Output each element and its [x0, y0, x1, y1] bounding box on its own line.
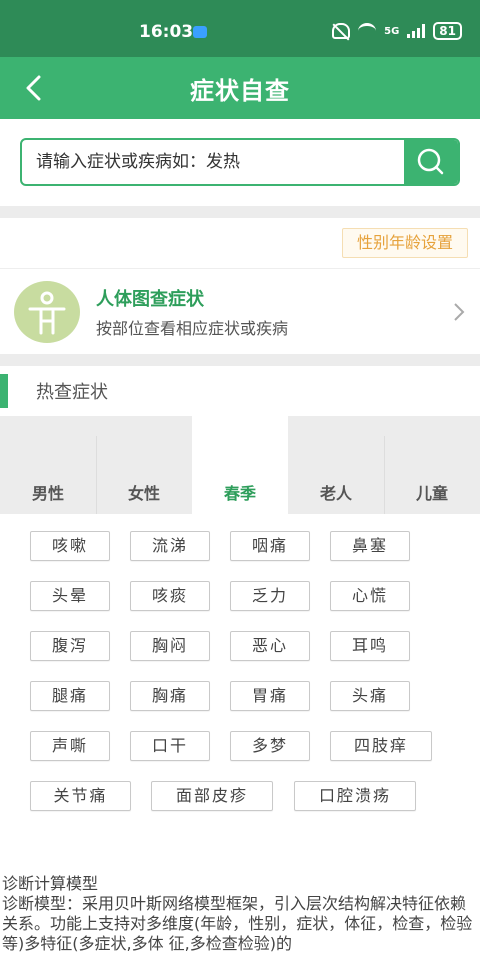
symptom-chip[interactable]: 口干 [130, 731, 210, 761]
status-time: 16:03 [139, 22, 194, 42]
tab-label: 儿童 [415, 484, 448, 503]
search-button[interactable] [404, 140, 458, 184]
symptom-chip[interactable]: 胸痛 [130, 681, 210, 711]
status-icons: 5G 81 [332, 22, 462, 40]
symptom-chip[interactable]: 四肢痒 [330, 731, 432, 761]
bell-off-icon [332, 23, 351, 39]
accent-bar [0, 374, 8, 408]
tab-children[interactable]: 儿童 [384, 416, 480, 514]
category-tabs: 男性 女性 春季 老人 儿童 [0, 416, 480, 514]
body-map-subtitle: 按部位查看相应症状或疾病 [96, 319, 289, 338]
symptom-chip[interactable]: 咳痰 [130, 581, 210, 611]
search-icon [417, 148, 444, 175]
search-box [20, 138, 460, 186]
tab-label: 老人 [319, 484, 352, 503]
symptom-chip[interactable]: 声嘶 [30, 731, 110, 761]
model-title: 诊断计算模型 [2, 874, 99, 893]
tab-elderly[interactable]: 老人 [288, 416, 384, 514]
symptom-chip[interactable]: 胃痛 [230, 681, 310, 711]
gender-age-settings-button[interactable]: 性别年龄设置 [342, 228, 468, 258]
tab-male[interactable]: 男性 [0, 416, 96, 514]
tab-label: 春季 [223, 484, 256, 503]
symptom-chip[interactable]: 口腔溃疡 [294, 781, 416, 811]
symptom-chip[interactable]: 头痛 [330, 681, 410, 711]
symptom-chip[interactable]: 咽痛 [230, 531, 310, 561]
message-icon [193, 26, 207, 38]
symptom-chip[interactable]: 头晕 [30, 581, 110, 611]
symptom-chip[interactable]: 胸闷 [130, 631, 210, 661]
tab-spring[interactable]: 春季 [192, 416, 288, 514]
page-title: 症状自查 [190, 77, 290, 105]
search-area [0, 119, 480, 206]
symptom-chip[interactable]: 腹泻 [30, 631, 110, 661]
hot-symptoms-header: 热查症状 [0, 366, 480, 416]
tab-label: 男性 [31, 484, 64, 503]
symptom-chip[interactable]: 恶心 [230, 631, 310, 661]
title-bar: 症状自查 [0, 57, 480, 119]
signal-bars-icon [407, 24, 426, 38]
symptom-chip[interactable]: 咳嗽 [30, 531, 110, 561]
symptom-chip[interactable]: 流涕 [130, 531, 210, 561]
chevron-right-icon [454, 303, 465, 321]
body-figure-icon [14, 281, 80, 343]
hot-symptoms-title: 热查症状 [36, 382, 108, 403]
wifi-icon [358, 23, 377, 39]
symptom-chip[interactable]: 面部皮疹 [151, 781, 273, 811]
symptom-chip[interactable]: 腿痛 [30, 681, 110, 711]
diagnosis-model-section: 诊断计算模型 诊断模型：采用贝叶斯网络模型框架，引入层次结构解决特征依赖关系。功… [0, 874, 480, 953]
body-map-entry[interactable]: 人体图查症状 按部位查看相应症状或疾病 [0, 268, 480, 354]
symptom-chip[interactable]: 鼻塞 [330, 531, 410, 561]
gender-age-row: 性别年龄设置 [0, 218, 480, 268]
symptom-chip[interactable]: 多梦 [230, 731, 310, 761]
symptom-chip[interactable]: 乏力 [230, 581, 310, 611]
tab-label: 女性 [127, 484, 160, 503]
search-input[interactable] [36, 140, 406, 184]
section-divider [0, 206, 480, 218]
model-description: 诊断模型：采用贝叶斯网络模型框架，引入层次结构解决特征依赖关系。功能上支持对多维… [2, 894, 473, 953]
signal-type: 5G [384, 25, 400, 37]
tab-female[interactable]: 女性 [96, 416, 192, 514]
status-bar: 16:03 5G 81 [0, 0, 480, 57]
symptom-chip[interactable]: 耳鸣 [330, 631, 410, 661]
battery-level: 81 [433, 22, 462, 40]
symptom-chip[interactable]: 关节痛 [30, 781, 131, 811]
body-map-title: 人体图查症状 [96, 289, 204, 310]
section-divider [0, 354, 480, 366]
symptom-chip[interactable]: 心慌 [330, 581, 410, 611]
symptom-chip-grid: 咳嗽 流涕 咽痛 鼻塞 头晕 咳痰 乏力 心慌 腹泻 胸闷 恶心 耳鸣 腿痛 胸… [0, 514, 480, 834]
